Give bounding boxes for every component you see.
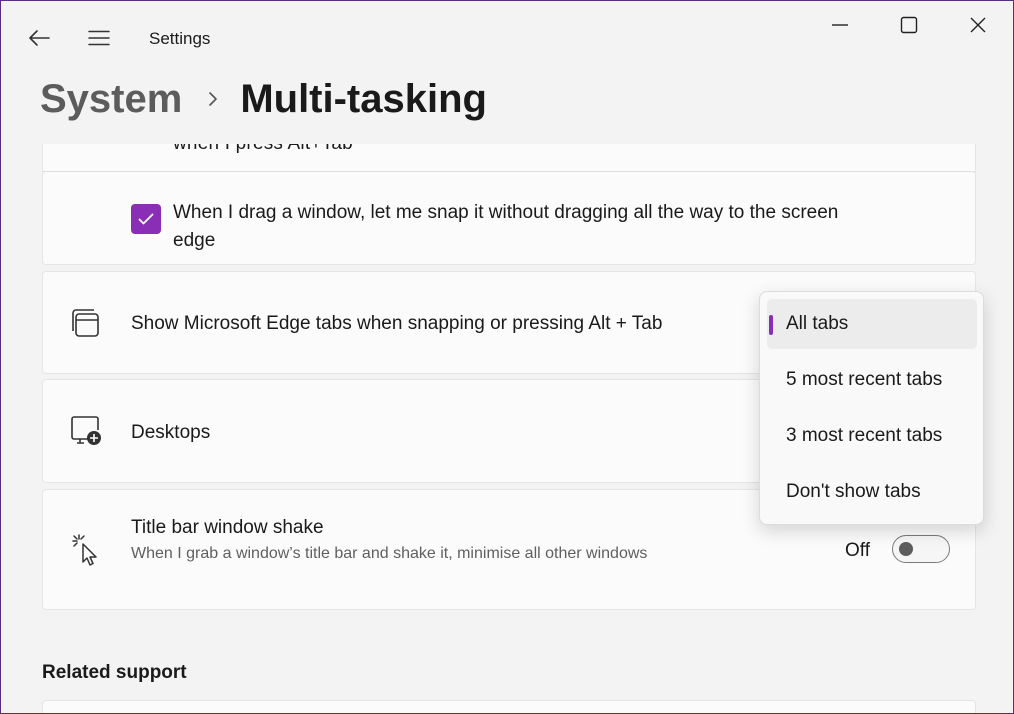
close-button[interactable] (945, 5, 1011, 45)
snap-drag-option-row: When I drag a window, let me snap it wit… (42, 171, 976, 265)
dropdown-option-label: 3 most recent tabs (786, 425, 943, 446)
maximize-button[interactable] (876, 5, 942, 45)
dropdown-option-label: All tabs (786, 313, 849, 334)
dropdown-option-all-tabs[interactable]: All tabs (767, 299, 977, 349)
dropdown-option-label: Don't show tabs (786, 481, 921, 502)
minimize-icon (832, 24, 848, 26)
page-title: Multi-tasking (240, 76, 487, 121)
cursor-shake-icon (69, 532, 103, 566)
snap-drag-checkbox[interactable] (131, 204, 161, 234)
shake-toggle[interactable] (892, 535, 950, 563)
edge-tabs-label: Show Microsoft Edge tabs when snapping o… (131, 313, 663, 334)
shake-description: When I grab a window’s title bar and sha… (131, 545, 648, 562)
hamburger-icon (88, 30, 110, 46)
breadcrumb-parent-link[interactable]: System (40, 77, 182, 122)
title-bar: Settings (1, 1, 1013, 75)
maximize-icon (900, 16, 918, 34)
toggle-knob (899, 542, 913, 556)
snap-drag-label: When I drag a window, let me snap it wit… (173, 202, 839, 251)
selected-indicator (769, 315, 773, 335)
shake-label: Title bar window shake (131, 517, 324, 538)
alt-tab-option-row: when I press Alt+Tab (42, 144, 976, 172)
app-title: Settings (149, 29, 211, 48)
edge-tabs-icon (69, 306, 103, 340)
dropdown-option-3-recent[interactable]: 3 most recent tabs (767, 411, 977, 461)
chevron-right-icon (208, 90, 218, 108)
shake-toggle-state: Off (845, 540, 870, 561)
desktops-label: Desktops (131, 422, 211, 443)
close-icon (970, 17, 986, 33)
back-button[interactable] (19, 21, 59, 55)
dropdown-option-dont-show[interactable]: Don't show tabs (767, 467, 977, 517)
minimize-button[interactable] (807, 5, 873, 45)
breadcrumb: System Multi-tasking (40, 73, 487, 125)
related-support-card[interactable] (42, 700, 976, 713)
edge-tabs-dropdown[interactable]: All tabs 5 most recent tabs 3 most recen… (759, 291, 984, 525)
alt-tab-option-label: when I press Alt+Tab (173, 144, 353, 155)
dropdown-option-label: 5 most recent tabs (786, 369, 943, 390)
arrow-left-icon (29, 30, 50, 46)
navigation-menu-button[interactable] (79, 21, 119, 55)
checkmark-icon (138, 213, 154, 225)
dropdown-option-5-recent[interactable]: 5 most recent tabs (767, 355, 977, 405)
settings-window: Settings System Multi-tasking when I pre… (0, 0, 1014, 714)
desktop-add-icon (69, 414, 103, 448)
related-support-heading: Related support (42, 662, 187, 683)
